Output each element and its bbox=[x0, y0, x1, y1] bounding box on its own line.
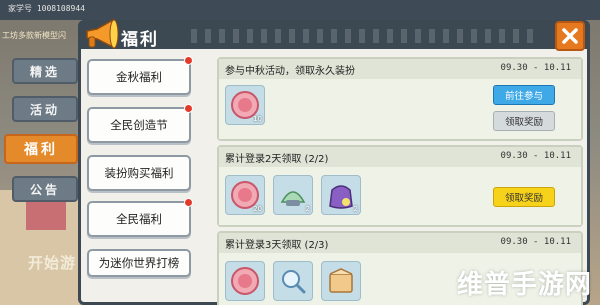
card-header: 累计登录3天领取 (2/3) 09.30 - 10.11 bbox=[219, 233, 581, 253]
side-tab-label: 公告 bbox=[29, 182, 60, 197]
go-participate-button[interactable]: 前往参与 bbox=[493, 85, 555, 105]
site-watermark: 维普手游网 bbox=[456, 270, 592, 300]
pink-coin-icon bbox=[231, 267, 259, 295]
background-news-text: 工坊多款新模型闪 bbox=[2, 31, 66, 40]
close-button[interactable] bbox=[555, 21, 585, 51]
reward-item[interactable] bbox=[321, 261, 361, 301]
category-label: 金秋福利 bbox=[116, 70, 162, 84]
background-start-text: 开始游 bbox=[28, 254, 77, 272]
notification-dot bbox=[184, 198, 193, 207]
card-date: 09.30 - 10.11 bbox=[500, 237, 571, 247]
account-id-text: 家学号 1008108944 bbox=[8, 4, 85, 13]
reward-item[interactable]: 10 bbox=[225, 85, 265, 125]
reward-item[interactable]: 20 bbox=[225, 175, 265, 215]
card-header: 参与中秋活动，领取永久装扮 09.30 - 10.11 bbox=[219, 59, 581, 79]
category-golden-autumn[interactable]: 金秋福利 bbox=[87, 56, 193, 95]
category-label: 为迷你世界打榜 bbox=[98, 256, 180, 270]
notification-dot bbox=[184, 104, 193, 113]
reward-item[interactable] bbox=[225, 261, 265, 301]
card-date: 09.30 - 10.11 bbox=[500, 63, 571, 73]
item-count: 2 bbox=[353, 205, 358, 213]
category-creation-festival[interactable]: 全民创造节 bbox=[87, 104, 193, 143]
card-title: 累计登录3天领取 (2/3) bbox=[225, 240, 329, 251]
panel-title: 福利 bbox=[121, 30, 159, 50]
close-x-icon bbox=[562, 28, 578, 44]
card-date: 09.30 - 10.11 bbox=[500, 151, 571, 161]
reward-card: 参与中秋活动，领取永久装扮 09.30 - 10.11 10 前往参与 领取奖励 bbox=[217, 57, 583, 141]
claim-reward-button[interactable]: 领取奖励 bbox=[493, 111, 555, 131]
claim-reward-button[interactable]: 领取奖励 bbox=[493, 187, 555, 207]
welfare-panel: 福利 金秋福利 全民创造节 装扮购买福利 全民福利 为迷你世界打榜 参与中秋活动… bbox=[78, 18, 590, 305]
megaphone-icon bbox=[86, 18, 119, 50]
card-title: 累计登录2天领取 (2/2) bbox=[225, 154, 329, 165]
side-tab-featured[interactable]: 精选 bbox=[12, 58, 78, 84]
magnifier-icon bbox=[282, 270, 306, 294]
cookie-box-icon bbox=[329, 268, 353, 293]
category-label: 全民福利 bbox=[116, 212, 162, 226]
reward-card: 累计登录2天领取 (2/2) 09.30 - 10.11 20 2 2 领取奖励 bbox=[217, 145, 583, 227]
category-label: 全民创造节 bbox=[110, 118, 168, 132]
side-tab-welfare[interactable]: 福利 bbox=[4, 134, 78, 164]
header-decoration bbox=[191, 29, 541, 43]
item-count: 10 bbox=[253, 115, 262, 123]
side-tab-announcement[interactable]: 公告 bbox=[12, 176, 78, 202]
card-body: 20 2 2 领取奖励 bbox=[219, 167, 581, 225]
button-label: 领取奖励 bbox=[504, 193, 543, 204]
side-tab-label: 活动 bbox=[29, 102, 60, 117]
card-body: 10 前往参与 领取奖励 bbox=[219, 79, 581, 139]
reward-item[interactable] bbox=[273, 261, 313, 301]
category-outfit-purchase[interactable]: 装扮购买福利 bbox=[87, 155, 191, 191]
category-all-welfare[interactable]: 全民福利 bbox=[87, 198, 193, 237]
notification-dot bbox=[184, 56, 193, 65]
item-count: 2 bbox=[305, 205, 310, 213]
reward-item[interactable]: 2 bbox=[321, 175, 361, 215]
category-label: 装扮购买福利 bbox=[104, 166, 174, 180]
panel-header: 福利 bbox=[81, 18, 587, 51]
card-header: 累计登录2天领取 (2/2) 09.30 - 10.11 bbox=[219, 147, 581, 167]
side-tab-activity[interactable]: 活动 bbox=[12, 96, 78, 122]
card-title: 参与中秋活动，领取永久装扮 bbox=[225, 66, 355, 77]
side-tab-label: 福利 bbox=[24, 142, 58, 158]
item-count: 20 bbox=[253, 205, 262, 213]
reward-item[interactable]: 2 bbox=[273, 175, 313, 215]
button-label: 领取奖励 bbox=[504, 117, 543, 128]
button-label: 前往参与 bbox=[504, 91, 543, 102]
side-tab-label: 精选 bbox=[29, 64, 60, 79]
category-ranking[interactable]: 为迷你世界打榜 bbox=[87, 249, 191, 277]
